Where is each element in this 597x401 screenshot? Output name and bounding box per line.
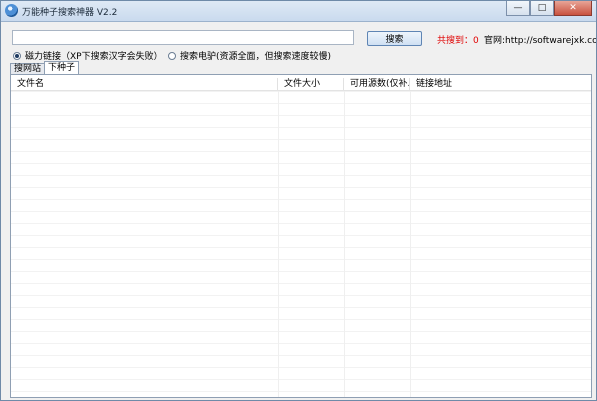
- maximize-button[interactable]: □: [530, 1, 554, 16]
- column-header-filename[interactable]: 文件名: [11, 78, 278, 90]
- column-header-link[interactable]: 链接地址: [410, 78, 530, 90]
- results-list[interactable]: [11, 91, 591, 397]
- result-count: 共搜到：0: [437, 36, 479, 46]
- column-header-sources[interactable]: 可用源数(仅补...: [344, 78, 410, 90]
- search-input[interactable]: [12, 30, 354, 45]
- official-site-label: 官网:http://softwarejxk.com: [484, 36, 597, 46]
- tab-strip: 搜网站 下种子: [10, 61, 80, 74]
- column-header-filesize[interactable]: 文件大小: [278, 78, 344, 90]
- column-divider: [410, 91, 411, 397]
- app-logo-icon: [5, 4, 18, 17]
- radio-emule[interactable]: [168, 51, 176, 60]
- title-bar[interactable]: 万能种子搜索神器 V2.2 — □ ✕: [1, 1, 596, 22]
- table-header: 文件名 文件大小 可用源数(仅补... 链接地址: [11, 78, 591, 91]
- radio-magnet[interactable]: [13, 51, 21, 60]
- app-window: 万能种子搜索神器 V2.2 — □ ✕ 搜索 共搜到：0 官网:http://s…: [0, 0, 597, 401]
- close-button[interactable]: ✕: [554, 1, 592, 16]
- column-divider: [278, 91, 279, 397]
- option-emule-label: 搜索电驴(资源全面，但搜索速度较慢): [180, 52, 332, 62]
- tab-download-seeds[interactable]: 下种子: [44, 61, 80, 74]
- window-title: 万能种子搜索神器 V2.2: [22, 8, 118, 18]
- column-divider: [344, 91, 345, 397]
- window-controls: — □ ✕: [506, 1, 592, 18]
- tab-search-sites[interactable]: 搜网站: [10, 63, 46, 74]
- option-emule[interactable]: 搜索电驴(资源全面，但搜索速度较慢): [168, 49, 331, 62]
- minimize-button[interactable]: —: [506, 1, 530, 16]
- search-button[interactable]: 搜索: [367, 31, 422, 46]
- results-panel: 文件名 文件大小 可用源数(仅补... 链接地址: [10, 74, 592, 398]
